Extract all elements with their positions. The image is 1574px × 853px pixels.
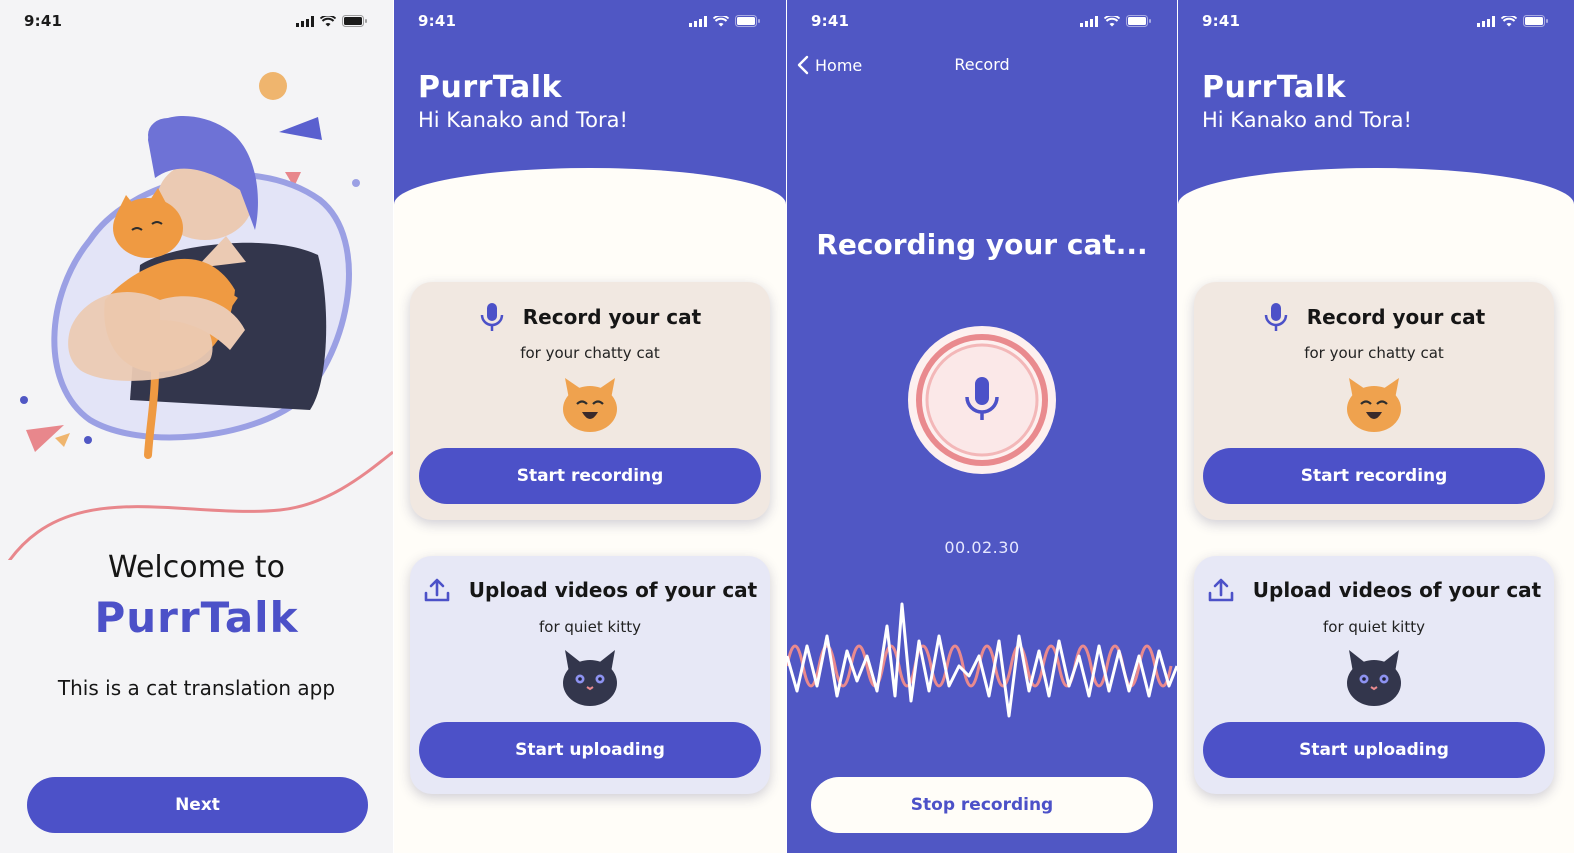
upload-card-header: Upload videos of your cat — [1194, 576, 1554, 604]
brand-name: PurrTalk — [1202, 70, 1347, 105]
upload-card-subtitle: for quiet kitty — [539, 618, 641, 636]
wifi-icon — [713, 15, 729, 26]
signal-icon — [1080, 15, 1098, 27]
orange-cat-icon — [1347, 378, 1401, 432]
record-card-header: Record your cat — [410, 302, 770, 332]
upload-card: Upload videos of your cat for quiet kitt… — [410, 556, 770, 794]
mic-icon — [480, 303, 504, 331]
greeting: Hi Kanako and Tora! — [1202, 108, 1412, 132]
battery-icon — [1523, 15, 1548, 27]
wifi-icon — [1501, 15, 1517, 26]
onboarding-screen: 9:41 Welcome to PurrTalk This is a cat t… — [0, 0, 393, 853]
upload-icon — [424, 578, 450, 602]
upload-card-title: Upload videos of your cat — [468, 578, 758, 602]
record-card-subtitle: for your chatty cat — [1304, 344, 1444, 362]
home-screen: 9:41 PurrTalk Hi Kanako and Tora! Record… — [394, 0, 786, 853]
status-time: 9:41 — [1202, 12, 1241, 30]
record-card-title: Record your cat — [1306, 305, 1486, 329]
status-bar: 9:41 — [1178, 0, 1574, 44]
signal-icon — [1477, 15, 1495, 27]
status-time: 9:41 — [418, 12, 457, 30]
brand-name: PurrTalk — [94, 593, 299, 642]
start-uploading-button[interactable]: Start uploading — [419, 722, 761, 778]
upload-card-subtitle: for quiet kitty — [1323, 618, 1425, 636]
status-bar: 9:41 — [394, 0, 786, 44]
nav-bar: Home Record — [797, 55, 1177, 79]
black-cat-icon — [1347, 650, 1401, 706]
signal-icon — [689, 15, 707, 27]
nav-title: Record — [954, 55, 1010, 74]
battery-icon — [1126, 15, 1151, 27]
waveform-white — [787, 602, 1177, 718]
home-screen-2: 9:41 PurrTalk Hi Kanako and Tora! Record… — [1178, 0, 1574, 853]
record-card: Record your cat for your chatty cat Star… — [410, 282, 770, 520]
next-button[interactable]: Next — [27, 777, 368, 833]
woman-hugging-cat-illustration — [7, 72, 393, 560]
record-card-title: Record your cat — [522, 305, 702, 329]
status-time: 9:41 — [811, 12, 850, 30]
welcome-heading: Welcome to — [108, 550, 285, 585]
wifi-icon — [1104, 15, 1120, 26]
start-recording-button[interactable]: Start recording — [1203, 448, 1545, 504]
recording-title: Recording your cat... — [816, 228, 1148, 261]
record-card-subtitle: for your chatty cat — [520, 344, 660, 362]
battery-icon — [735, 15, 760, 27]
black-cat-icon — [563, 650, 617, 706]
greeting: Hi Kanako and Tora! — [418, 108, 628, 132]
upload-card: Upload videos of your cat for quiet kitt… — [1194, 556, 1554, 794]
status-icons — [689, 15, 760, 27]
upload-card-header: Upload videos of your cat — [410, 576, 770, 604]
audio-waveform — [787, 602, 1177, 718]
record-card: Record your cat for your chatty cat Star… — [1194, 282, 1554, 520]
upload-icon — [1208, 578, 1234, 602]
recording-screen: 9:41 Home Record Recording your cat... 0… — [787, 0, 1177, 853]
orange-cat-icon — [563, 378, 617, 432]
record-card-header: Record your cat — [1194, 302, 1554, 332]
start-uploading-button[interactable]: Start uploading — [1203, 722, 1545, 778]
recording-mic-button[interactable] — [907, 325, 1057, 475]
stop-recording-button[interactable]: Stop recording — [811, 777, 1153, 833]
status-icons — [1080, 15, 1151, 27]
status-icons — [1477, 15, 1548, 27]
upload-card-title: Upload videos of your cat — [1252, 578, 1542, 602]
start-recording-button[interactable]: Start recording — [419, 448, 761, 504]
app-description: This is a cat translation app — [57, 676, 336, 700]
recording-timer: 00.02.30 — [944, 538, 1020, 557]
status-bar: 9:41 — [787, 0, 1177, 44]
brand-name: PurrTalk — [418, 70, 563, 105]
mic-icon — [1264, 303, 1288, 331]
